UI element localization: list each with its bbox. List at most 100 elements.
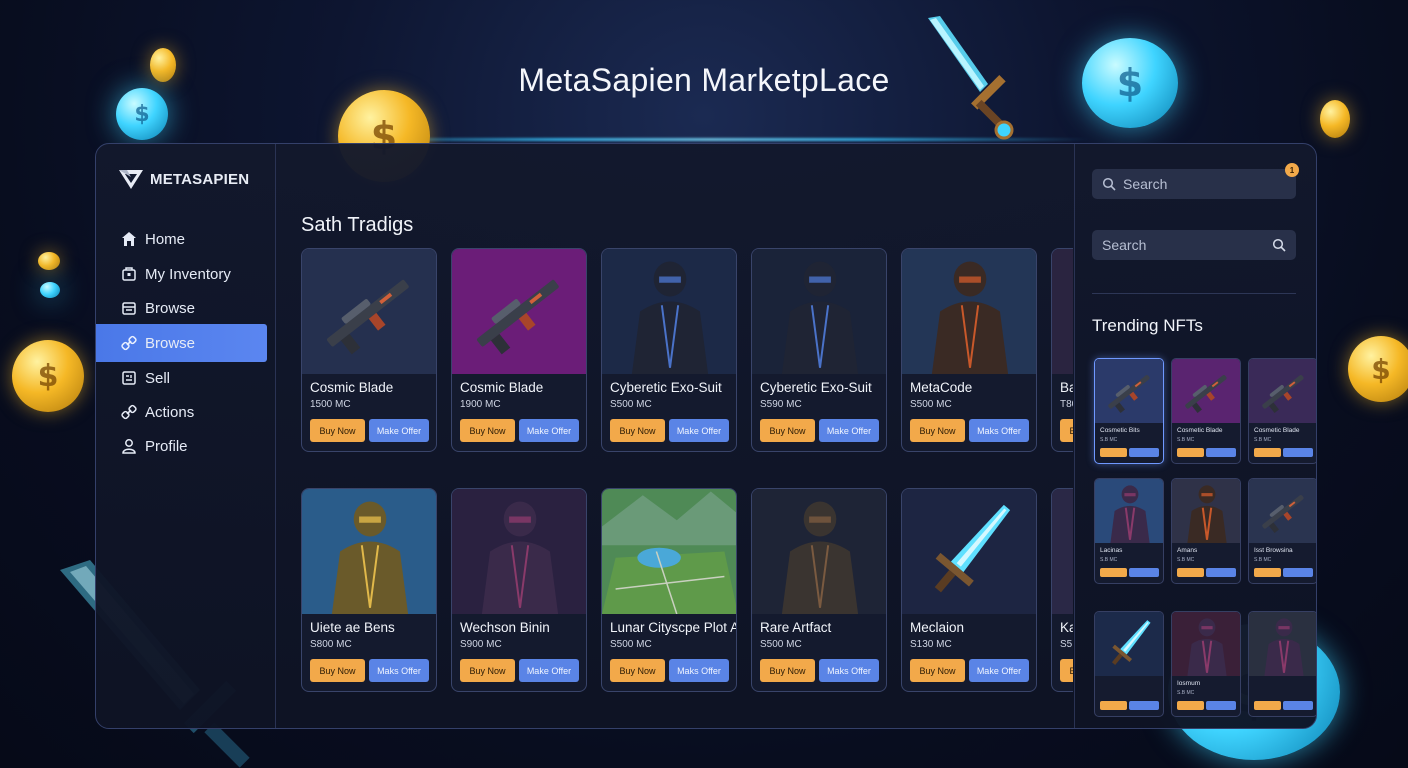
trending-nft-name: Amans bbox=[1177, 547, 1198, 554]
mini-buy-button[interactable] bbox=[1177, 568, 1204, 577]
nft-image[interactable] bbox=[902, 249, 1036, 374]
mini-buy-button[interactable] bbox=[1254, 701, 1281, 710]
nft-card[interactable]: Ka S5 Buy Now bbox=[1051, 488, 1073, 692]
nft-card[interactable]: MetaCode S500 MC Buy Now Maks Offer bbox=[901, 248, 1037, 452]
trending-nft-name: Cosmetic Bits bbox=[1100, 427, 1140, 434]
trending-nft-image[interactable] bbox=[1172, 479, 1240, 543]
sidebar-item-browse-active[interactable]: Browse bbox=[96, 324, 267, 362]
sell-icon bbox=[122, 371, 136, 385]
nft-card[interactable]: Rare Artfact S500 MC Buy Now Maks Offer bbox=[751, 488, 887, 692]
sidebar-item-my-inventory[interactable]: My Inventory bbox=[96, 255, 267, 293]
nft-card[interactable]: Cosmic Blade 1500 MC Buy Now Make Offer bbox=[301, 248, 437, 452]
metasapien-logo-icon bbox=[119, 170, 143, 189]
nft-image[interactable] bbox=[602, 489, 736, 615]
sidebar-item-profile[interactable]: Profile bbox=[96, 427, 267, 465]
buy-now-button[interactable]: Buy Now bbox=[910, 419, 965, 442]
nft-card[interactable]: Cyberetic Exo-Suit S590 MC Buy Now Make … bbox=[751, 248, 887, 452]
trending-nft-image[interactable] bbox=[1095, 359, 1163, 423]
sidebar-item-sell[interactable]: Sell bbox=[96, 359, 267, 397]
nft-image[interactable] bbox=[1052, 249, 1073, 374]
trending-nft-card[interactable]: Isst Browsina S.B MC bbox=[1248, 478, 1316, 584]
trending-nft-image[interactable] bbox=[1095, 479, 1163, 543]
mini-offer-button[interactable] bbox=[1206, 568, 1236, 577]
sidebar-item-label: Actions bbox=[145, 403, 195, 421]
mini-buy-button[interactable] bbox=[1100, 448, 1127, 457]
make-offer-button[interactable]: Maks Offer bbox=[969, 419, 1029, 442]
trending-nft-card[interactable]: Lacinas S.B MC bbox=[1094, 478, 1164, 584]
trending-nft-card[interactable]: Amans S.B MC bbox=[1171, 478, 1241, 584]
search-icon[interactable] bbox=[1272, 238, 1286, 252]
sidebar-item-home[interactable]: Home bbox=[96, 220, 267, 258]
trending-nft-image[interactable] bbox=[1249, 479, 1316, 543]
mini-buy-button[interactable] bbox=[1100, 701, 1127, 710]
buy-now-button[interactable]: Buy Now bbox=[1060, 419, 1073, 442]
nft-image[interactable] bbox=[1052, 489, 1073, 614]
nft-card[interactable]: Cyberetic Exo-Suit S500 MC Buy Now Make … bbox=[601, 248, 737, 452]
mini-offer-button[interactable] bbox=[1129, 701, 1159, 710]
nft-card[interactable]: Ba T80 Buy Now bbox=[1051, 248, 1073, 452]
make-offer-button[interactable]: Make Offer bbox=[519, 419, 579, 442]
mini-offer-button[interactable] bbox=[1283, 701, 1313, 710]
nft-image[interactable] bbox=[302, 249, 436, 374]
trending-nft-card[interactable]: Cosmetic Bits S.B MC bbox=[1094, 358, 1164, 464]
mini-offer-button[interactable] bbox=[1129, 448, 1159, 457]
make-offer-button[interactable]: Maks Offer bbox=[369, 659, 429, 682]
nft-image[interactable] bbox=[752, 489, 886, 614]
nft-image[interactable] bbox=[602, 249, 736, 374]
nft-card[interactable]: Wechson Binin S900 MC Buy Now Make Offer bbox=[451, 488, 587, 692]
buy-now-button[interactable]: Buy Now bbox=[610, 419, 665, 442]
nft-card[interactable]: Uiete ae Bens S800 MC Buy Now Maks Offer bbox=[301, 488, 437, 692]
trending-nft-card[interactable]: Cosmetic Blade S.B MC bbox=[1248, 358, 1316, 464]
nft-image[interactable] bbox=[302, 489, 436, 614]
search-input-bottom[interactable]: Search bbox=[1092, 230, 1296, 260]
notification-badge[interactable]: 1 bbox=[1285, 163, 1299, 177]
make-offer-button[interactable]: Maks Offer bbox=[819, 659, 879, 682]
trending-nft-card[interactable] bbox=[1094, 611, 1164, 717]
make-offer-button[interactable]: Make Offer bbox=[969, 659, 1029, 682]
mini-offer-button[interactable] bbox=[1206, 701, 1236, 710]
mini-offer-button[interactable] bbox=[1283, 448, 1313, 457]
sidebar-item-browse[interactable]: Browse bbox=[96, 289, 267, 327]
mini-buy-button[interactable] bbox=[1177, 448, 1204, 457]
buy-now-button[interactable]: Buy Now bbox=[760, 419, 815, 442]
gold-coin-icon: $ bbox=[12, 340, 84, 412]
trending-nft-card[interactable]: Cosmetic Blade S.B MC bbox=[1171, 358, 1241, 464]
nft-card[interactable]: Meclaion S130 MC Buy Now Make Offer bbox=[901, 488, 1037, 692]
nft-card[interactable]: Cosmic Blade 1900 MC Buy Now Make Offer bbox=[451, 248, 587, 452]
make-offer-button[interactable]: Make Offer bbox=[669, 419, 729, 442]
buy-now-button[interactable]: Buy Now bbox=[310, 419, 365, 442]
trending-nft-image[interactable] bbox=[1249, 612, 1316, 676]
sidebar-item-actions[interactable]: Actions bbox=[96, 393, 267, 431]
mini-buy-button[interactable] bbox=[1254, 568, 1281, 577]
nft-image[interactable] bbox=[452, 489, 586, 614]
mini-buy-button[interactable] bbox=[1100, 568, 1127, 577]
nft-image[interactable] bbox=[752, 249, 886, 374]
make-offer-button[interactable]: Maks Offer bbox=[669, 659, 729, 682]
buy-now-button[interactable]: Buy Now bbox=[460, 659, 515, 682]
buy-now-button[interactable]: Buy Now bbox=[760, 659, 815, 682]
brand[interactable]: METASAPIEN bbox=[118, 168, 249, 190]
buy-now-button[interactable]: Buy Now bbox=[1060, 659, 1073, 682]
mini-offer-button[interactable] bbox=[1129, 568, 1159, 577]
trending-nft-card[interactable]: Iosmum S.B MC bbox=[1171, 611, 1241, 717]
make-offer-button[interactable]: Make Offer bbox=[369, 419, 429, 442]
buy-now-button[interactable]: Buy Now bbox=[610, 659, 665, 682]
buy-now-button[interactable]: Buy Now bbox=[910, 659, 965, 682]
trending-nft-image[interactable] bbox=[1172, 612, 1240, 676]
search-input-top[interactable]: Search bbox=[1092, 169, 1296, 199]
make-offer-button[interactable]: Make Offer bbox=[519, 659, 579, 682]
trending-nft-image[interactable] bbox=[1172, 359, 1240, 423]
mini-buy-button[interactable] bbox=[1254, 448, 1281, 457]
make-offer-button[interactable]: Make Offer bbox=[819, 419, 879, 442]
mini-buy-button[interactable] bbox=[1177, 701, 1204, 710]
trending-nft-image[interactable] bbox=[1095, 612, 1163, 676]
nft-card[interactable]: Lunar Cityscpe Plot A S500 MC Buy Now Ma… bbox=[601, 488, 737, 692]
trending-nft-card[interactable] bbox=[1248, 611, 1316, 717]
nft-image[interactable] bbox=[452, 249, 586, 374]
mini-offer-button[interactable] bbox=[1283, 568, 1313, 577]
trending-nft-image[interactable] bbox=[1249, 359, 1316, 423]
buy-now-button[interactable]: Buy Now bbox=[460, 419, 515, 442]
buy-now-button[interactable]: Buy Now bbox=[310, 659, 365, 682]
nft-image[interactable] bbox=[902, 489, 1036, 614]
mini-offer-button[interactable] bbox=[1206, 448, 1236, 457]
